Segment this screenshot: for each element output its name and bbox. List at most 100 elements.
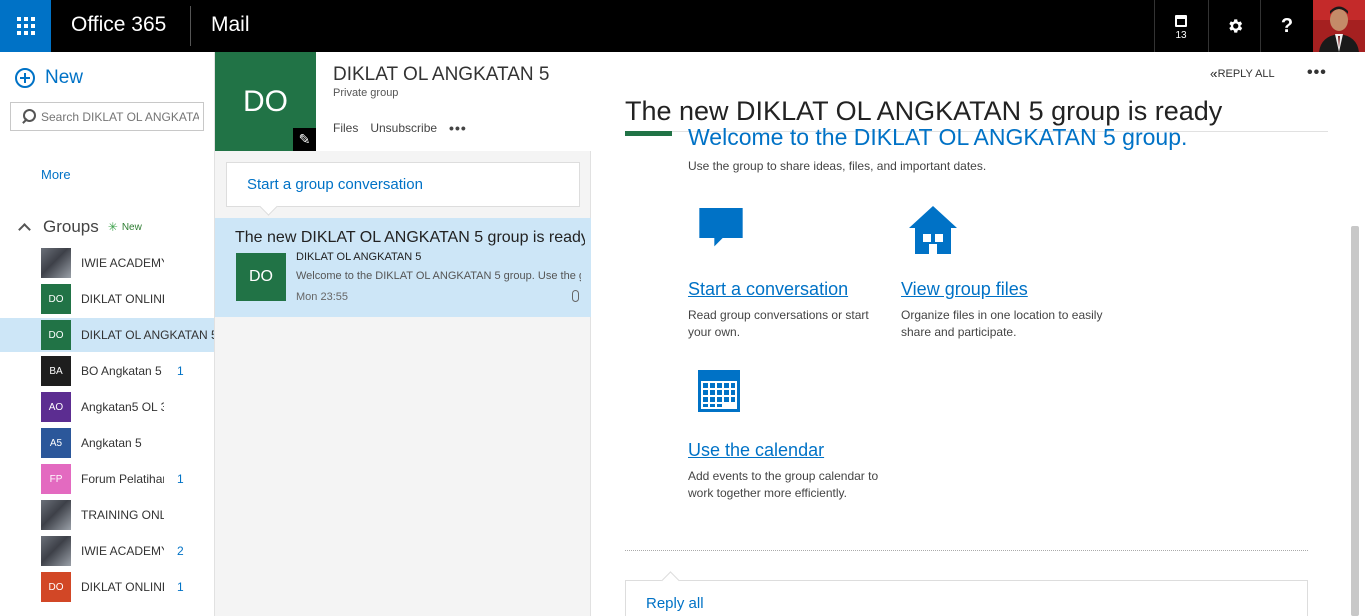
help-button[interactable]: ? xyxy=(1260,0,1313,52)
app-name[interactable]: Mail xyxy=(211,13,250,37)
group-name: Angkatan5 OL 3 xyxy=(81,400,164,414)
brand-title[interactable]: Office 365 xyxy=(71,13,166,37)
view-group-files-link[interactable]: View group files xyxy=(901,279,1028,300)
group-header: DO ✎ DIKLAT OL ANGKATAN 5 Private group … xyxy=(215,52,591,151)
group-photo xyxy=(41,248,71,278)
gear-icon xyxy=(1229,19,1243,33)
group-actions: Files Unsubscribe ••• xyxy=(333,120,479,136)
group-avatar: DO xyxy=(41,320,71,350)
group-name: Angkatan 5 xyxy=(81,436,142,450)
new-star-icon: ✳ xyxy=(107,220,118,234)
group-item[interactable]: DO DIKLAT ONLINE 1 xyxy=(0,570,214,604)
top-bar: Office 365 Mail 13 ? xyxy=(0,0,1365,52)
dotted-separator xyxy=(625,550,1308,551)
group-avatar: FP xyxy=(41,464,71,494)
conversation-item[interactable]: The new DIKLAT OL ANGKATAN 5 group is re… xyxy=(215,218,591,317)
left-navigation: New More Groups ✳ New IWIE ACADEMY DO DIKL… xyxy=(0,52,214,616)
groups-header[interactable]: Groups ✳ New xyxy=(18,217,142,237)
use-calendar-link[interactable]: Use the calendar xyxy=(688,440,824,461)
help-icon: ? xyxy=(1280,14,1294,37)
group-name: BO Angkatan 5 xyxy=(81,364,162,378)
group-privacy: Private group xyxy=(333,87,399,99)
edit-pencil-icon[interactable]: ✎ xyxy=(293,128,316,151)
group-item[interactable]: IWIE ACADEMY xyxy=(0,246,214,280)
unread-count: 1 xyxy=(177,364,184,378)
user-photo xyxy=(1313,0,1365,52)
use-calendar-desc: Add events to the group calendar to work… xyxy=(688,469,879,500)
unsubscribe-link[interactable]: Unsubscribe xyxy=(370,121,437,135)
group-avatar: DO ✎ xyxy=(215,52,316,151)
unread-count: 2 xyxy=(177,544,184,558)
start-conversation-desc: Read group conversations or start your o… xyxy=(688,308,869,339)
group-item[interactable]: FP Forum Pelatihan 1 xyxy=(0,462,214,496)
calendar-button[interactable]: 13 xyxy=(1154,0,1207,52)
group-avatar: DO xyxy=(41,284,71,314)
start-group-conversation-button[interactable]: Start a group conversation xyxy=(226,162,580,207)
group-avatar: DO xyxy=(41,572,71,602)
waffle-icon xyxy=(16,17,35,35)
group-avatar-initials: DO xyxy=(243,84,288,118)
conversation-preview: Welcome to the DIKLAT OL ANGKATAN 5 grou… xyxy=(296,270,581,282)
more-link[interactable]: More xyxy=(41,167,71,182)
reply-box[interactable]: Reply all xyxy=(625,580,1308,616)
accent-bar xyxy=(625,131,672,136)
group-photo xyxy=(41,536,71,566)
house-icon xyxy=(909,206,957,254)
conversation-sender: DIKLAT OL ANGKATAN 5 xyxy=(296,251,422,263)
reply-all-icon: «‹ xyxy=(1210,66,1217,81)
attachment-icon xyxy=(572,290,579,302)
start-conversation-link[interactable]: Start a conversation xyxy=(688,279,848,300)
group-item[interactable]: A5 Angkatan 5 xyxy=(0,426,214,460)
group-more-icon[interactable]: ••• xyxy=(449,120,467,136)
conversation-date: Mon 23:55 xyxy=(296,291,348,303)
welcome-heading: Welcome to the DIKLAT OL ANGKATAN 5 grou… xyxy=(688,124,1188,150)
group-name: IWIE ACADEMY xyxy=(81,544,164,558)
chevron-up-icon xyxy=(18,222,31,236)
group-item[interactable]: DO DIKLAT OL ANGKATAN 5 xyxy=(0,318,214,352)
group-name: TRAINING ONLINE xyxy=(81,508,164,522)
calendar-grid-icon xyxy=(698,370,740,412)
settings-button[interactable] xyxy=(1208,0,1261,52)
reading-pane: «‹ REPLY ALL ••• The new DIKLAT OL ANGKA… xyxy=(591,52,1365,616)
group-name: Forum Pelatihan xyxy=(81,472,164,486)
group-name: DIKLAT ONLINE xyxy=(81,580,164,594)
message-more-icon[interactable]: ••• xyxy=(1307,64,1327,82)
message-title: The new DIKLAT OL ANGKATAN 5 group is re… xyxy=(625,96,1223,126)
groups-title: Groups xyxy=(43,217,99,236)
conversation-list-pane: DO ✎ DIKLAT OL ANGKATAN 5 Private group … xyxy=(214,52,591,616)
divider xyxy=(190,6,191,46)
sender-avatar: DO xyxy=(236,253,286,301)
group-title: DIKLAT OL ANGKATAN 5 xyxy=(333,64,550,85)
search-icon xyxy=(21,109,36,124)
group-item[interactable]: IWIE ACADEMY 2 xyxy=(0,534,214,568)
app-launcher-button[interactable] xyxy=(0,0,51,52)
calendar-day: 13 xyxy=(1175,30,1187,41)
chat-bubble-icon xyxy=(699,208,743,247)
groups-new-badge: New xyxy=(121,221,142,233)
new-button[interactable]: New xyxy=(15,67,83,89)
unread-count: 1 xyxy=(177,580,184,594)
reply-all-label: REPLY ALL xyxy=(1217,67,1275,80)
group-item[interactable]: BA BO Angkatan 5 1 xyxy=(0,354,214,388)
group-avatar: BA xyxy=(41,356,71,386)
plus-circle-icon xyxy=(15,68,35,88)
reading-pane-scrollbar[interactable] xyxy=(1351,226,1359,616)
group-avatar: AO xyxy=(41,392,71,422)
group-item[interactable]: TRAINING ONLINE xyxy=(0,498,214,532)
view-group-files-desc: Organize files in one location to easily… xyxy=(901,308,1103,339)
files-link[interactable]: Files xyxy=(333,121,358,135)
calendar-icon xyxy=(1175,15,1187,27)
user-avatar[interactable] xyxy=(1313,0,1365,52)
reply-all-link[interactable]: Reply all xyxy=(646,595,704,612)
group-avatar: A5 xyxy=(41,428,71,458)
new-button-label: New xyxy=(45,67,84,88)
group-photo xyxy=(41,500,71,530)
welcome-subtext: Use the group to share ideas, files, and… xyxy=(688,159,987,173)
unread-count: 1 xyxy=(177,472,184,486)
group-item[interactable]: AO Angkatan5 OL 3 xyxy=(0,390,214,424)
group-item[interactable]: DO DIKLAT ONLINE xyxy=(0,282,214,316)
search-input[interactable] xyxy=(41,109,199,124)
reply-all-button[interactable]: «‹ REPLY ALL xyxy=(1210,66,1275,81)
search-box[interactable] xyxy=(10,102,204,131)
conversation-subject: The new DIKLAT OL ANGKATAN 5 group is re… xyxy=(235,229,585,246)
